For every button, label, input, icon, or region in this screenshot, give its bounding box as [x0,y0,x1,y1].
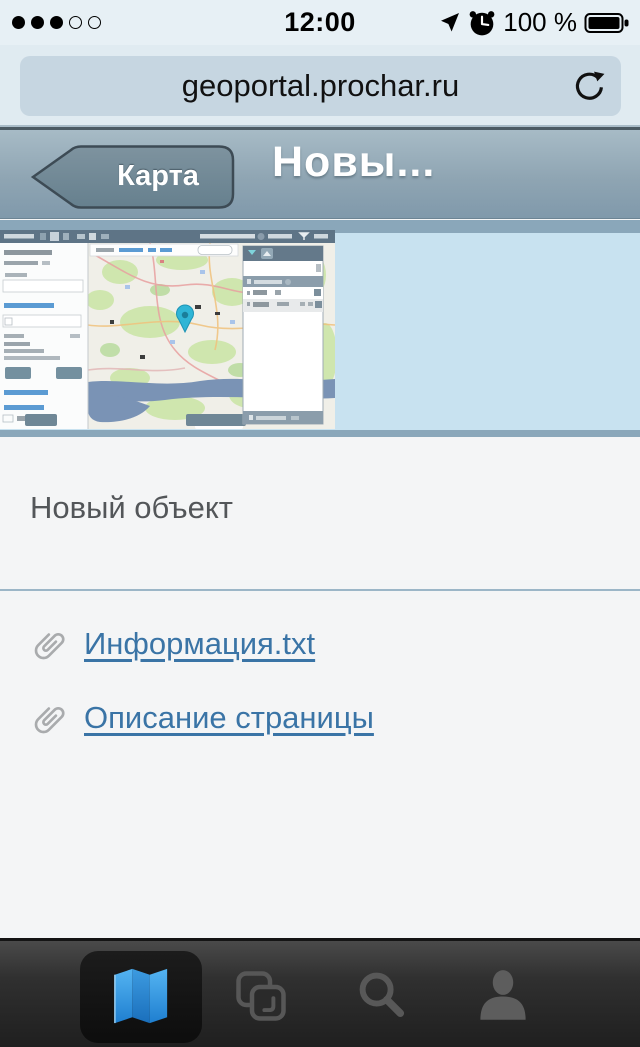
reload-icon[interactable] [573,70,605,102]
paperclip-icon [22,690,79,747]
user-icon [475,968,531,1024]
phone-screen: 12:00 100 % geoportal.prochar.ru [0,0,640,1047]
paperclip-icon [22,616,79,673]
page-title-truncated: Новы... [272,138,435,187]
location-arrow-icon [437,11,461,35]
alarm-clock-icon [468,9,496,37]
tab-map-active[interactable] [80,941,202,1047]
preview-section [0,220,640,437]
map-icon [110,966,172,1026]
section-divider [0,589,640,591]
thumb-left-panel [0,243,88,429]
page-heading: Новый объект [30,490,640,526]
attachment-link[interactable]: Описание страницы [84,700,374,736]
attachment-list: Информация.txt Описание страницы [30,622,374,770]
map-screenshot-thumbnail [0,230,335,429]
url-field[interactable]: geoportal.prochar.ru [20,56,621,116]
attachment-row[interactable]: Информация.txt [30,622,374,666]
browser-url-bar: geoportal.prochar.ru [0,45,640,127]
page-content: Новый объект Информация.txt Описание стр… [0,437,640,938]
attachment-link[interactable]: Информация.txt [84,626,315,662]
battery-percent: 100 % [503,7,577,38]
tab-pages[interactable] [231,941,291,1047]
attachment-row[interactable]: Описание страницы [30,696,374,740]
nav-header: Карта Новы... [0,127,640,219]
status-bar: 12:00 100 % [0,0,640,45]
tab-profile[interactable] [473,941,533,1047]
thumb-right-panel [243,246,323,424]
battery-icon [584,10,630,36]
back-button-karta[interactable]: Карта [30,144,238,210]
pages-icon [234,969,288,1023]
thumb-button [186,414,246,426]
bottom-tab-bar [0,938,640,1047]
thumb-button [25,414,57,426]
url-text: geoportal.prochar.ru [182,68,459,104]
back-button-label: Карта [98,144,218,208]
search-icon [354,968,410,1024]
tab-search[interactable] [352,941,412,1047]
